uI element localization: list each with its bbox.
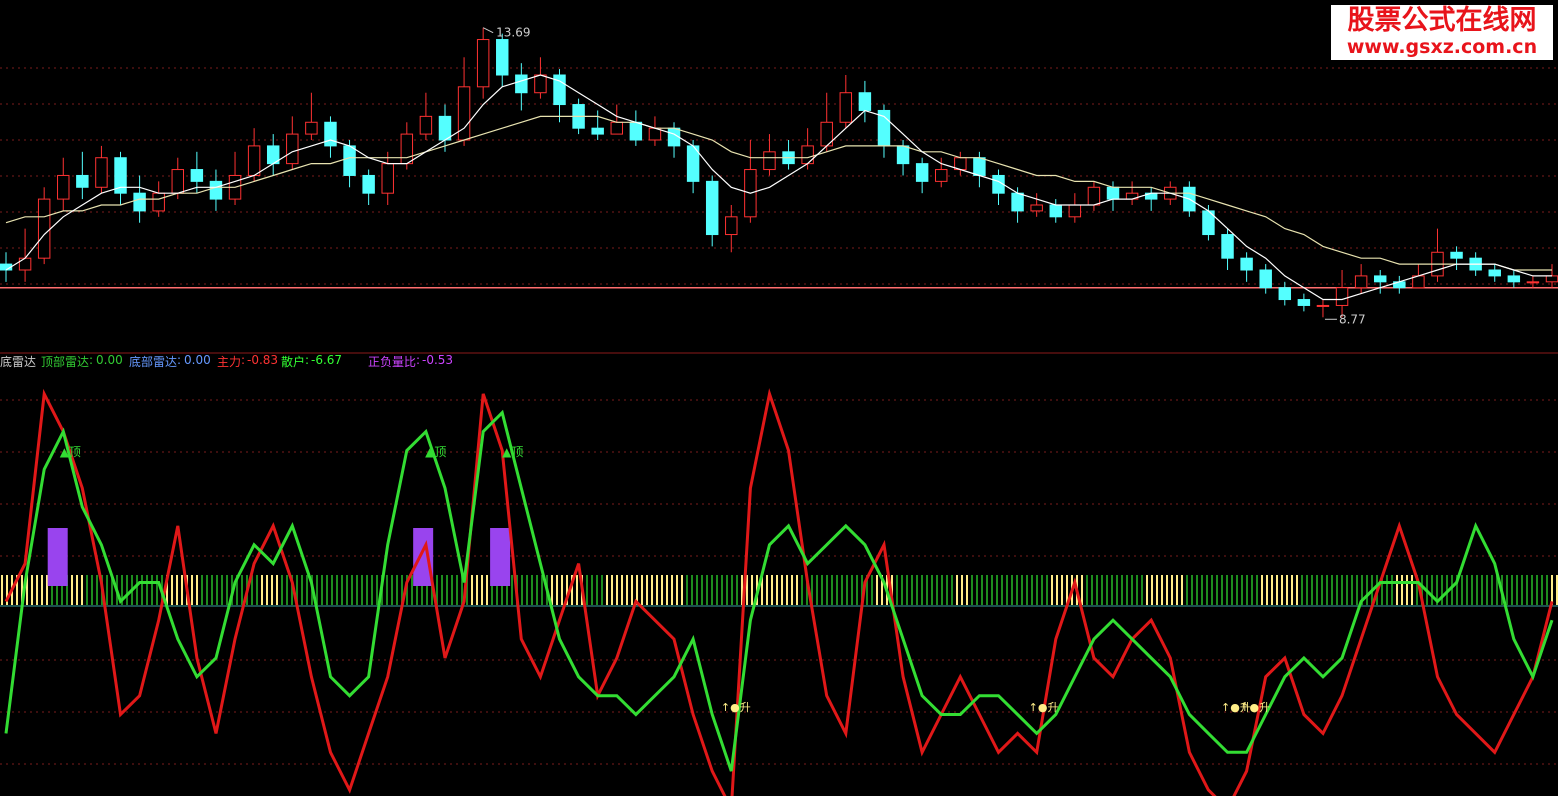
candle-down — [1106, 186, 1120, 200]
candle-down — [362, 174, 375, 194]
low-price-label: 8.77 — [1339, 312, 1366, 326]
candle-up — [57, 174, 70, 200]
candle-down — [515, 74, 528, 94]
retail-label: 散户 — [281, 355, 306, 369]
top-radar-marker: ▲顶 — [502, 445, 523, 459]
candle-down — [1221, 234, 1234, 259]
pos-neg-ratio-value: -0.53 — [422, 353, 454, 367]
candle-up — [18, 257, 32, 271]
candle-down — [190, 169, 204, 182]
candle — [37, 187, 51, 265]
candle-down — [915, 163, 929, 182]
rise-marker: ↑●升 — [1029, 701, 1059, 714]
candle-down — [76, 174, 89, 188]
rise-marker: ↑●升 — [721, 701, 751, 714]
candle-down — [209, 180, 223, 200]
candle-up — [1335, 287, 1349, 306]
candle-down — [1259, 269, 1272, 289]
candle-up — [457, 86, 471, 141]
candle-down — [973, 157, 986, 176]
candle-down — [343, 145, 356, 176]
pos-neg-ratio-label: 正负量比 — [368, 355, 417, 369]
candle-up — [1068, 204, 1082, 218]
candle-down — [496, 39, 509, 76]
candle-down — [133, 192, 146, 212]
top-radar-value: 0.00 — [96, 353, 123, 367]
candle-down — [1373, 275, 1387, 283]
candle-up — [95, 157, 108, 188]
bottom-radar-value: 0.00 — [184, 353, 211, 367]
indicator-name: 底雷达 — [0, 355, 37, 369]
retail-colon: : — [305, 353, 310, 367]
candle-down — [1240, 257, 1253, 271]
main-force-colon: : — [241, 353, 246, 367]
candle-up — [763, 151, 776, 171]
candle-up — [37, 198, 51, 259]
pos-neg-ratio-colon: : — [416, 353, 421, 367]
candle-up — [801, 145, 814, 165]
candle-up — [171, 169, 185, 194]
candle-down — [591, 127, 604, 135]
candle-up — [1526, 281, 1540, 284]
candle-up — [1316, 304, 1330, 307]
candle-up — [725, 216, 738, 236]
candle-up — [305, 121, 318, 135]
top-radar-colon: : — [89, 353, 94, 367]
candle-down — [1278, 287, 1292, 301]
candle-down — [438, 115, 452, 141]
candle-down — [1049, 204, 1062, 218]
candle-down — [705, 180, 719, 236]
watermark-url: www.gsxz.com.cn — [1346, 36, 1538, 58]
candle-down — [1011, 192, 1024, 212]
candle-up — [400, 133, 414, 165]
candle-down — [1297, 299, 1311, 306]
rise-marker: ↑●升 — [1240, 701, 1270, 714]
candle-up — [610, 121, 623, 135]
main-force-label: 主力 — [217, 355, 242, 369]
candle-up — [1545, 275, 1558, 283]
candle-up — [419, 115, 433, 135]
watermark-title: 股票公式在线网 — [1347, 5, 1537, 36]
candle-up — [476, 39, 490, 88]
candle-up — [1354, 275, 1368, 289]
candle-down — [1488, 269, 1501, 277]
stock-chart: 13.698.77 ▲顶 ▲顶 ▲顶↑●升 ↑●升 ↑●升↑●升 — [0, 0, 1558, 796]
bottom-radar-label: 底部雷达 — [129, 355, 178, 369]
candle-up — [247, 145, 261, 176]
candle-down — [1507, 275, 1521, 283]
signal-block — [47, 528, 68, 586]
top-radar-marker: ▲顶 — [60, 445, 81, 459]
candle-up — [839, 92, 853, 123]
retail-value: -6.67 — [311, 353, 343, 367]
candle-down — [896, 145, 910, 165]
site-watermark: 股票公式在线网 www.gsxz.com.cn — [1331, 5, 1553, 60]
candle-down — [1450, 251, 1463, 259]
top-radar-marker: ▲顶 — [425, 445, 446, 459]
candle-up — [935, 169, 948, 182]
candle-up — [381, 163, 394, 194]
high-price-label: 13.69 — [496, 26, 530, 40]
candle-up — [1087, 186, 1101, 206]
candle-down — [629, 121, 643, 141]
candle-up — [152, 192, 165, 212]
candle-down — [324, 121, 337, 147]
bottom-radar-colon: : — [177, 353, 182, 367]
signal-block — [490, 528, 511, 586]
candle-up — [534, 74, 547, 94]
candle-up — [286, 133, 299, 165]
top-radar-label: 顶部雷达 — [41, 355, 90, 369]
main-force-value: -0.83 — [247, 353, 279, 367]
candle-down — [858, 92, 872, 111]
candle-up — [1030, 204, 1043, 212]
